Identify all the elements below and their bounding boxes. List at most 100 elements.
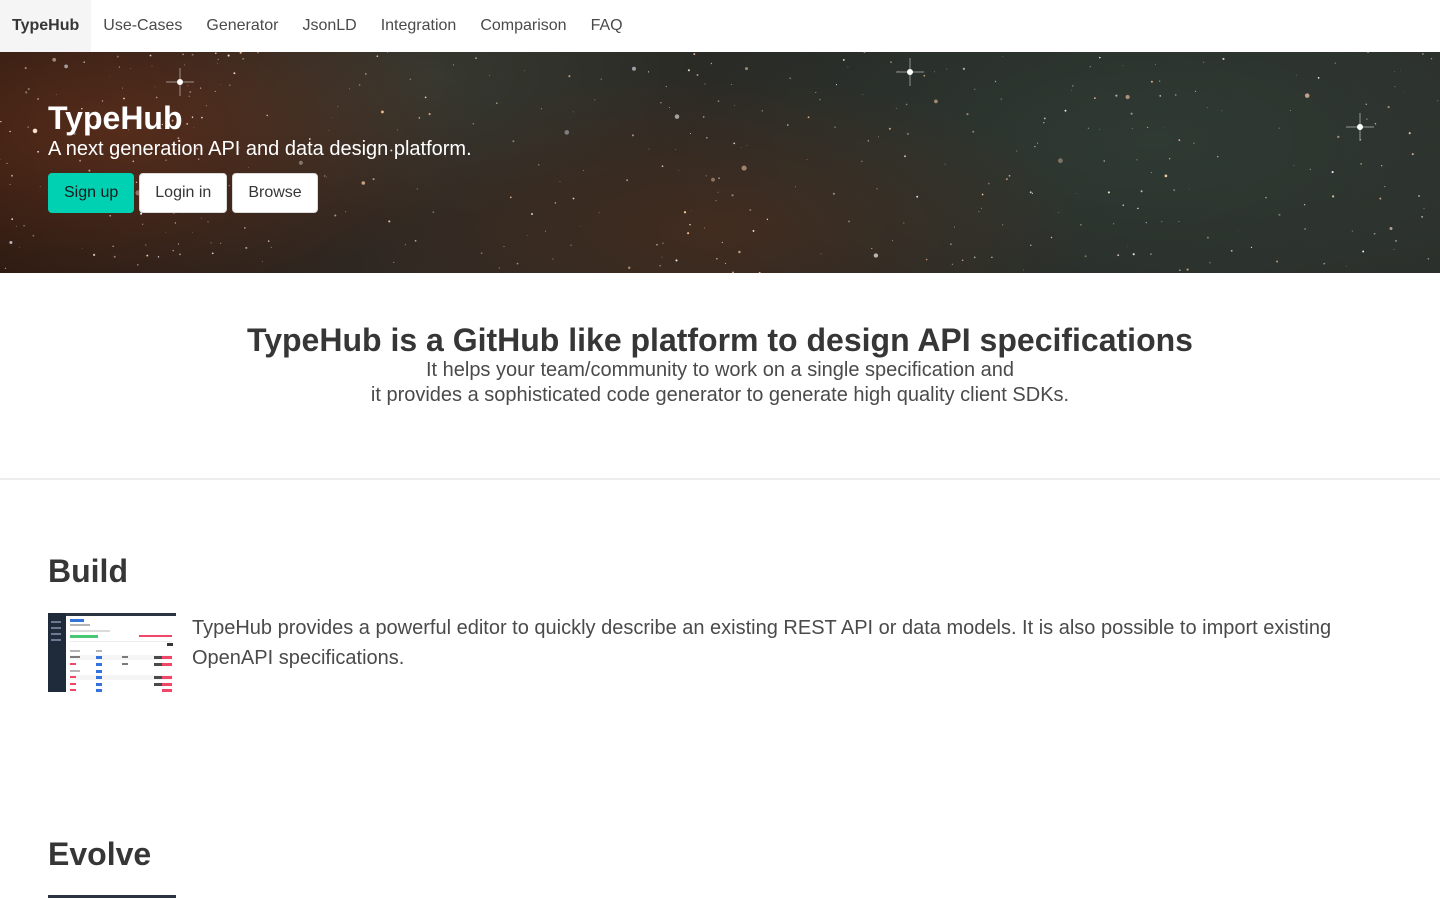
star <box>489 74 490 76</box>
star <box>1080 224 1082 226</box>
star <box>1008 174 1011 177</box>
star <box>1209 262 1211 264</box>
nav-item-integration[interactable]: Integration <box>369 0 469 52</box>
nav-item-faq[interactable]: FAQ <box>579 0 635 52</box>
star <box>848 220 850 223</box>
star <box>37 150 39 153</box>
star <box>1323 262 1326 265</box>
nav-brand-typehub[interactable]: TypeHub <box>0 0 92 52</box>
star <box>718 177 720 179</box>
star <box>1132 253 1135 256</box>
star <box>1131 128 1133 129</box>
star <box>9 183 11 185</box>
star <box>149 54 152 57</box>
signup-button[interactable]: Sign up <box>48 173 135 213</box>
browse-button[interactable]: Browse <box>232 173 318 213</box>
star <box>1178 139 1181 142</box>
star <box>503 245 505 248</box>
star <box>582 169 584 171</box>
star <box>174 222 176 224</box>
star <box>806 159 808 161</box>
star <box>740 146 742 148</box>
nav-item-generator[interactable]: Generator <box>194 0 290 52</box>
star <box>1237 229 1239 231</box>
star <box>6 162 8 164</box>
star <box>1427 258 1430 260</box>
star <box>512 140 515 143</box>
star <box>130 68 131 69</box>
star <box>702 116 705 118</box>
star <box>1346 265 1348 267</box>
login-button[interactable]: Login in <box>139 173 228 213</box>
star <box>27 87 30 91</box>
nav-item-jsonld[interactable]: JsonLD <box>290 0 368 52</box>
star <box>52 57 57 62</box>
star <box>1278 213 1281 216</box>
star <box>39 186 41 188</box>
star <box>200 217 202 219</box>
star <box>627 266 631 270</box>
star <box>15 225 17 227</box>
star <box>220 84 221 86</box>
star <box>414 239 417 242</box>
star <box>11 218 14 220</box>
star <box>348 88 350 90</box>
star <box>678 170 680 171</box>
star <box>93 253 96 256</box>
hero-banner: TypeHub A next generation API and data d… <box>0 52 1440 273</box>
star <box>122 87 123 89</box>
star <box>480 252 483 255</box>
star <box>820 253 822 255</box>
star <box>600 78 602 81</box>
star <box>188 95 191 98</box>
star <box>795 186 796 188</box>
star <box>878 136 880 138</box>
star <box>1303 204 1306 206</box>
star <box>752 229 755 232</box>
star <box>524 70 526 72</box>
star <box>387 52 389 53</box>
star <box>1057 158 1063 164</box>
star <box>693 53 696 56</box>
star <box>746 145 748 147</box>
star <box>1050 236 1053 239</box>
star <box>388 220 391 223</box>
star <box>239 52 242 54</box>
star <box>24 67 27 70</box>
star <box>594 99 596 101</box>
nav-item-comparison[interactable]: Comparison <box>468 0 578 52</box>
star <box>116 55 119 58</box>
star <box>564 130 570 135</box>
star <box>145 244 147 246</box>
star <box>146 254 149 257</box>
star <box>25 91 28 94</box>
star <box>498 267 501 269</box>
star <box>177 243 180 245</box>
star <box>1293 164 1295 166</box>
star <box>1164 127 1166 128</box>
star <box>934 99 938 104</box>
star <box>172 250 174 252</box>
star <box>972 130 975 133</box>
star <box>944 163 946 165</box>
star <box>1395 239 1397 242</box>
star <box>151 65 153 67</box>
star <box>1147 126 1149 128</box>
nav-item-use-cases[interactable]: Use-Cases <box>91 0 194 52</box>
star <box>1023 269 1024 271</box>
evolve-screenshot-thumbnail <box>48 895 176 898</box>
star <box>925 258 928 261</box>
star <box>847 66 849 68</box>
star <box>711 177 715 182</box>
star <box>690 210 692 212</box>
star <box>906 132 909 135</box>
star <box>9 130 11 133</box>
star <box>165 231 167 233</box>
star <box>559 180 561 183</box>
star <box>659 265 661 267</box>
star <box>876 188 878 190</box>
star <box>393 261 395 263</box>
star <box>27 126 29 128</box>
star <box>946 68 948 70</box>
star <box>540 108 543 110</box>
